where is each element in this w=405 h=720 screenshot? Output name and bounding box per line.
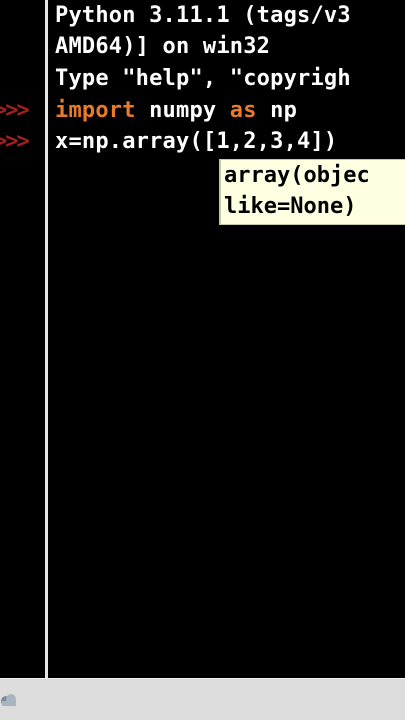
idle-shell-window: Python 3.11.1 (tags/v3 AMD64)] on win32 … bbox=[0, 0, 405, 720]
input-line-2[interactable]: x=np.array([1,2,3,4]) bbox=[55, 128, 337, 156]
shell-prompt: >>> bbox=[0, 129, 30, 154]
keyword-as: as bbox=[229, 98, 257, 123]
calltip-popup: array(objec like=None) bbox=[219, 159, 405, 225]
calltip-line-1: array(objec bbox=[224, 163, 370, 188]
input-line-1[interactable]: import numpy as np bbox=[55, 97, 297, 125]
shell-prompt: >>> bbox=[0, 98, 30, 123]
banner-line-1: Python 3.11.1 (tags/v3 bbox=[55, 3, 351, 28]
input-text-numpy: numpy bbox=[135, 98, 230, 123]
banner-line-3: Type "help", "copyrigh bbox=[55, 66, 351, 91]
taskbar bbox=[0, 678, 405, 720]
input-text-np: np bbox=[256, 98, 298, 123]
gutter-divider bbox=[45, 0, 48, 678]
banner-line-2: AMD64)] on win32 bbox=[55, 34, 271, 59]
keyword-import: import bbox=[55, 98, 136, 123]
cloud-icon[interactable] bbox=[0, 691, 18, 709]
calltip-line-2: like=None) bbox=[224, 194, 357, 219]
